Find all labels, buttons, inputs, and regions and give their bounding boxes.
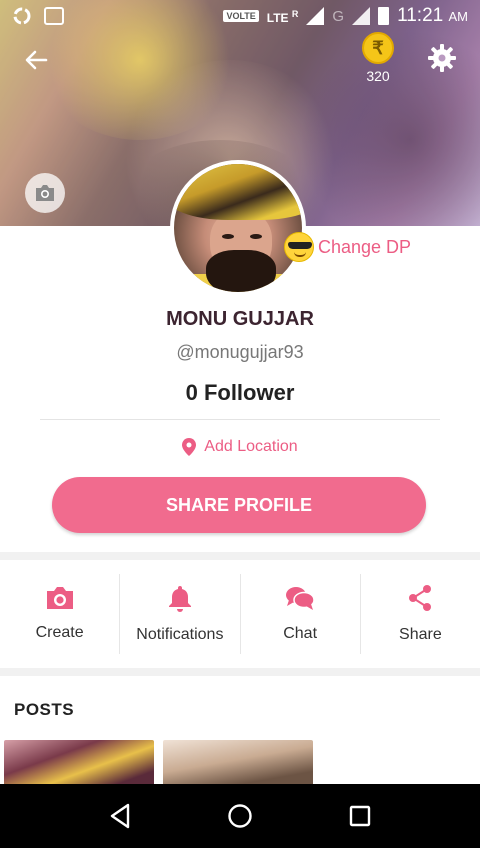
divider [40,419,440,420]
posts-heading: POSTS [14,700,75,719]
sunglasses-emoji-icon [284,232,314,262]
action-label: Notifications [136,626,224,643]
status-bar: VOLTE LTE R G 11:21 AM [0,0,480,32]
battery-icon [378,7,390,25]
bell-icon [168,586,191,612]
square-recents-icon [349,805,371,827]
action-label: Share [399,626,442,643]
post-thumbnail[interactable] [163,740,313,786]
glasses-shape [288,242,312,249]
avatar-turban [174,164,302,220]
volte-badge: VOLTE [223,10,259,22]
action-bar: Create Notifications Chat Share [0,560,480,668]
action-label: Create [35,624,84,641]
settings-button[interactable] [426,42,458,74]
carrier2-label: G [332,7,345,25]
sync-icon [13,7,31,25]
follower-count[interactable]: 0 Follower [0,380,480,406]
camera-icon [36,185,54,201]
profile-name: MONU GUJJAR [166,308,314,330]
change-dp-button[interactable]: Change DP [284,232,411,262]
mouth-shape [294,252,306,257]
action-share[interactable]: Share [361,574,480,654]
nav-back-button[interactable] [100,796,140,836]
system-nav-bar [0,784,480,848]
nav-home-button[interactable] [220,796,260,836]
coin-count: 320 [366,68,390,84]
profile-avatar[interactable] [170,160,306,296]
nav-recents-button[interactable] [340,796,380,836]
profile-screen: VOLTE LTE R G 11:21 AM ₹ 320 Change DP M… [0,0,480,848]
profile-handle: @monugujjar93 [176,342,304,362]
action-chat[interactable]: Chat [241,574,361,654]
signal2-icon [352,7,371,25]
change-cover-button[interactable] [25,173,65,213]
status-left [12,6,64,26]
add-location-link[interactable]: Add Location [0,438,480,456]
clock-ampm: AM [448,9,469,24]
coin-icon[interactable]: ₹ [362,32,394,64]
clock-time: 11:21 [397,5,444,26]
back-button[interactable] [20,44,52,76]
screenshot-icon [44,7,64,25]
action-create[interactable]: Create [0,574,121,654]
lte-indicator: LTE R [266,9,299,25]
clock: 11:21 AM [397,5,468,27]
roaming-indicator: R [291,9,299,19]
camera-icon [46,587,73,609]
avatar-eye [222,234,234,239]
avatar-beard [206,250,276,292]
lte-label: LTE [266,11,289,25]
add-location-label: Add Location [204,438,298,455]
status-right: VOLTE LTE R G 11:21 AM [223,5,468,27]
share-profile-button[interactable]: SHARE PROFILE [52,477,426,533]
action-label: Chat [283,625,318,642]
signal-icon [306,7,325,25]
circle-home-icon [228,804,252,828]
chat-icon [286,587,315,610]
section-separator [0,552,480,560]
location-pin-icon [182,438,197,456]
change-dp-label: Change DP [318,236,412,257]
share-icon [409,585,432,611]
section-separator [0,668,480,676]
action-notifications[interactable]: Notifications [120,574,241,654]
avatar-eye [250,234,262,239]
arrow-left-icon [25,50,48,70]
post-thumbnail[interactable] [4,740,154,786]
gear-icon [428,44,456,72]
triangle-back-icon [110,803,130,829]
